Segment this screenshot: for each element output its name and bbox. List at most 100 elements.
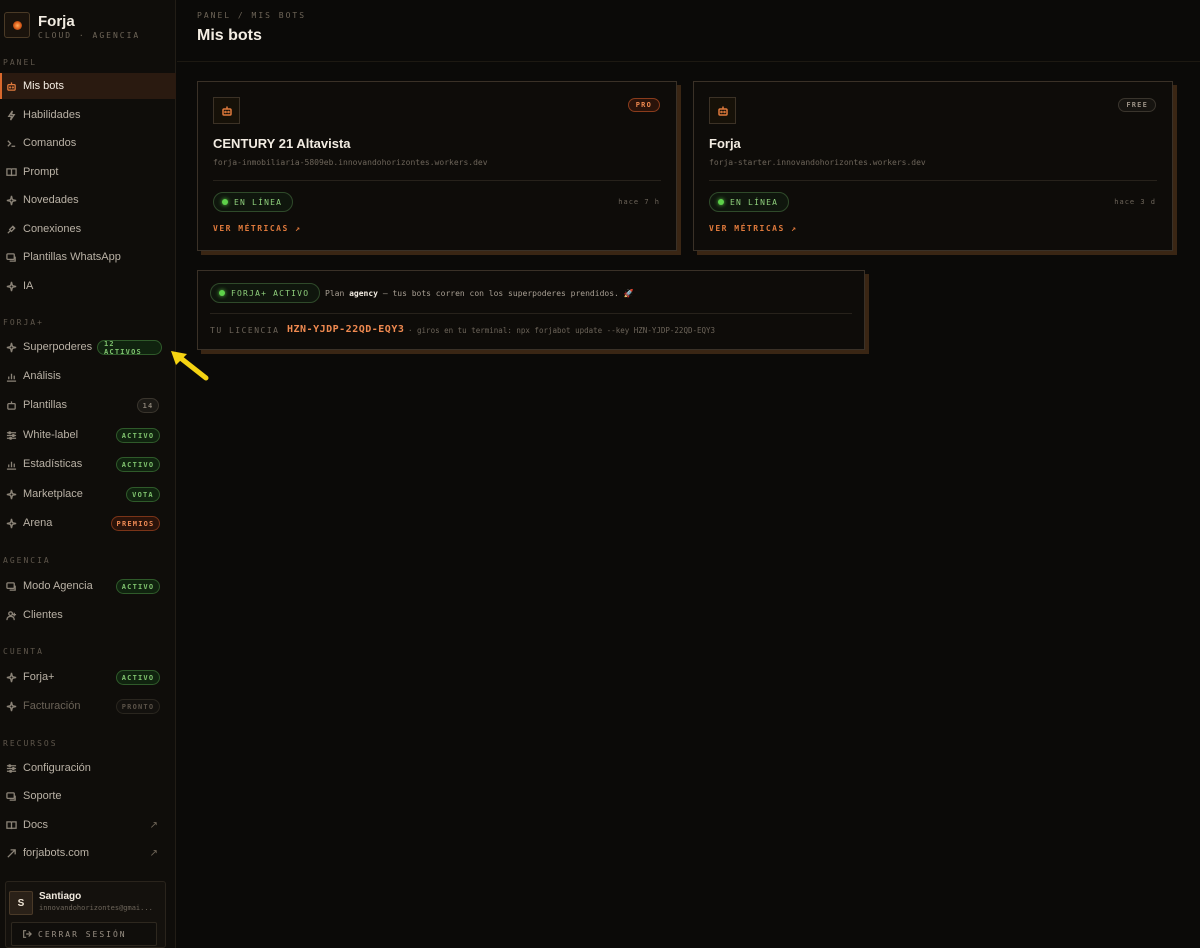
sidebar-item-ia[interactable]: IA — [0, 273, 176, 299]
logout-button[interactable]: CERRAR SESIÓN — [11, 922, 157, 946]
status-badge: 12 ACTIVOS — [97, 340, 162, 356]
sidebar-item-analisis[interactable]: Análisis — [0, 363, 176, 389]
link-arrow-icon — [4, 846, 18, 860]
robot-icon — [709, 97, 736, 124]
license-key[interactable]: HZN-YJDP-22QD-EQY3 — [287, 324, 404, 335]
bot-url: forja-inmobiliaria-5809eb.innovandohoriz… — [213, 158, 488, 167]
logout-label: CERRAR SESIÓN — [38, 929, 127, 939]
user-card: S Santiago innovandohorizontes@gmai... C… — [5, 881, 166, 948]
license-hint: · giros en tu terminal: npx forjabot upd… — [408, 326, 716, 335]
sidebar-item-label: IA — [23, 280, 34, 292]
sidebar-item-label: Soporte — [23, 790, 62, 802]
sidebar-item-prompt[interactable]: Prompt — [0, 159, 176, 185]
sidebar-item-docs[interactable]: Docs ↗ — [0, 812, 176, 838]
page-title: Mis bots — [197, 27, 262, 44]
plan-badge: PRO — [627, 98, 660, 112]
online-dot-icon — [718, 199, 724, 205]
sidebar-item-conexiones[interactable]: Conexiones — [0, 216, 176, 242]
page-header: PANEL / MIS BOTS Mis bots — [177, 0, 1200, 62]
sidebar-item-label: Forja+ — [23, 671, 55, 683]
status-badge: PRONTO — [116, 699, 160, 714]
bar-chart-icon — [4, 457, 18, 471]
plan-prefix: Plan — [325, 289, 345, 298]
sparkle-icon — [4, 340, 18, 354]
external-link-icon: ↗ — [149, 847, 158, 859]
sidebar-item-clientes[interactable]: Clientes — [0, 602, 176, 628]
template-icon — [4, 398, 18, 412]
sparkle-icon — [4, 670, 18, 684]
sidebar-item-mis-bots[interactable]: Mis bots — [0, 73, 176, 99]
status-label: EN LÍNEA — [234, 197, 283, 207]
plan-suffix: — tus bots corren con los superpoderes p… — [382, 289, 634, 298]
sidebar-item-comandos[interactable]: Comandos — [0, 130, 176, 156]
chat-icon — [4, 579, 18, 593]
forja-logo-icon — [4, 12, 30, 38]
sidebar-item-forjabots-com[interactable]: forjabots.com ↗ — [0, 840, 176, 866]
external-link-icon: ↗ — [149, 819, 158, 831]
user-name: Santiago — [39, 891, 82, 902]
count-badge: 14 — [137, 398, 159, 413]
view-metrics-link[interactable]: VER MÉTRICAS ↗ — [709, 224, 797, 233]
bot-updated: hace 7 h — [618, 198, 660, 206]
sidebar-item-label: Novedades — [23, 194, 79, 206]
divider — [709, 180, 1157, 181]
chat-icon — [4, 250, 18, 264]
sidebar-item-label: White-label — [23, 429, 79, 441]
sparkle-icon — [4, 279, 18, 293]
sidebar-item-configuracion[interactable]: Configuración — [0, 755, 176, 781]
plan-description: Plan agency — tus bots corren con los su… — [325, 289, 634, 298]
sidebar-item-label: Comandos — [23, 137, 77, 149]
annotation-arrow-icon — [171, 351, 209, 381]
bot-name: Forja — [709, 136, 741, 151]
brand[interactable]: Forja CLOUD · AGENCIA — [0, 0, 176, 48]
sidebar-item-facturacion[interactable]: Facturación PRONTO — [0, 693, 176, 719]
divider — [213, 180, 661, 181]
bot-updated: hace 3 d — [1114, 198, 1156, 206]
sidebar-item-novedades[interactable]: Novedades — [0, 187, 176, 213]
plan-badge: FREE — [1118, 98, 1156, 112]
section-label-forja-plus: FORJA+ — [3, 318, 44, 327]
sidebar-item-label: Marketplace — [23, 488, 83, 500]
bot-card[interactable]: PRO CENTURY 21 Altavista forja-inmobilia… — [197, 81, 677, 251]
status-badge: ACTIVO — [116, 670, 160, 685]
bot-name: CENTURY 21 Altavista — [213, 136, 351, 151]
sidebar-item-modo-agencia[interactable]: Modo Agencia ACTIVO — [0, 573, 176, 599]
users-icon — [4, 608, 18, 622]
sidebar-item-label: Plantillas — [23, 399, 68, 411]
sidebar-item-label: Prompt — [23, 166, 59, 178]
view-metrics-link[interactable]: VER MÉTRICAS ↗ — [213, 224, 301, 233]
status-badge: ACTIVO — [116, 579, 160, 594]
sparkle-icon — [4, 193, 18, 207]
sidebar-item-label: Mis bots — [23, 80, 64, 92]
plan-name: agency — [349, 289, 378, 298]
divider — [210, 313, 852, 314]
sidebar-item-superpoderes[interactable]: Superpoderes 12 ACTIVOS — [0, 334, 176, 360]
sidebar-item-estadisticas[interactable]: Estadísticas ACTIVO — [0, 451, 176, 477]
sidebar: Forja CLOUD · AGENCIA PANEL Mis bots Hab… — [0, 0, 176, 948]
robot-icon — [213, 97, 240, 124]
sidebar-item-label: Arena — [23, 517, 53, 529]
sidebar-item-plantillas[interactable]: Plantillas 14 — [0, 392, 176, 418]
sidebar-item-arena[interactable]: Arena PREMIOS — [0, 510, 176, 536]
sidebar-item-label: forjabots.com — [23, 847, 90, 859]
plug-icon — [4, 222, 18, 236]
sidebar-item-white-label[interactable]: White-label ACTIVO — [0, 422, 176, 448]
sidebar-item-label: Plantillas WhatsApp — [23, 251, 121, 263]
online-dot-icon — [219, 290, 225, 296]
sparkle-icon — [4, 516, 18, 530]
sidebar-item-plantillas-whatsapp[interactable]: Plantillas WhatsApp — [0, 244, 176, 270]
sparkle-icon — [4, 487, 18, 501]
sidebar-item-label: Habilidades — [23, 109, 81, 121]
sidebar-item-label: Docs — [23, 819, 49, 831]
forja-plus-status-label: FORJA+ ACTIVO — [231, 288, 310, 298]
sidebar-item-forja-plus[interactable]: Forja+ ACTIVO — [0, 664, 176, 690]
sidebar-item-habilidades[interactable]: Habilidades — [0, 102, 176, 128]
status-badge: ACTIVO — [116, 457, 160, 472]
sidebar-item-soporte[interactable]: Soporte — [0, 783, 176, 809]
bot-card[interactable]: FREE Forja forja-starter.innovandohorizo… — [693, 81, 1173, 251]
bot-url: forja-starter.innovandohorizontes.worker… — [709, 158, 926, 167]
sidebar-item-marketplace[interactable]: Marketplace VOTA — [0, 481, 176, 507]
section-label-cuenta: CUENTA — [3, 647, 44, 656]
section-label-panel: PANEL — [3, 58, 38, 67]
sidebar-item-label: Superpoderes — [23, 341, 93, 353]
